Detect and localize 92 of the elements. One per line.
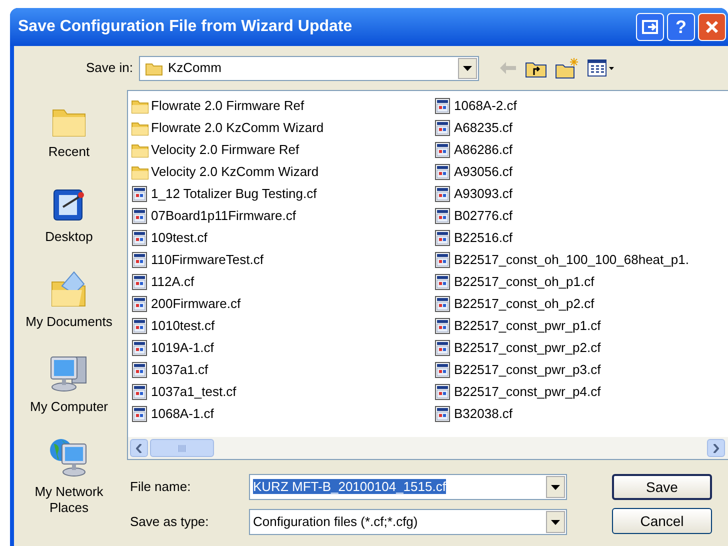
- config-file-icon: [434, 274, 452, 290]
- file-list-item[interactable]: 1019A-1.cf: [151, 338, 214, 358]
- file-list-item[interactable]: 1068A-1.cf: [151, 404, 214, 424]
- file-name-field[interactable]: KURZ MFT-B_20100104_1515.cf: [249, 474, 567, 500]
- folder-icon: [145, 60, 163, 76]
- places-item[interactable]: My Network Places: [14, 436, 124, 521]
- file-list-item[interactable]: 1068A-2.cf: [454, 96, 517, 116]
- config-file-icon: [131, 406, 149, 422]
- folder-name: KzComm: [168, 59, 222, 78]
- scroll-thumb[interactable]: [150, 439, 214, 457]
- file-list-item[interactable]: B22517_const_pwr_p3.cf: [454, 360, 601, 380]
- file-list-item[interactable]: 109test.cf: [151, 228, 208, 248]
- scroll-left-button[interactable]: [130, 439, 148, 457]
- dialog-button[interactable]: Save: [612, 474, 712, 500]
- file-list-item[interactable]: 07Board1p11Firmware.cf: [151, 206, 296, 226]
- file-list-item[interactable]: A68235.cf: [454, 118, 513, 138]
- config-file-icon: [434, 230, 452, 246]
- folder-icon: [131, 164, 149, 180]
- config-file-icon: [434, 406, 452, 422]
- file-list-item[interactable]: B22517_const_pwr_p2.cf: [454, 338, 601, 358]
- config-file-icon: [131, 362, 149, 378]
- config-file-icon: [131, 252, 149, 268]
- caret-icon: [463, 66, 472, 70]
- config-file-icon: [434, 318, 452, 334]
- config-file-icon: [434, 362, 452, 378]
- file-list-item[interactable]: B22517_const_pwr_p4.cf: [454, 382, 601, 402]
- config-file-icon: [434, 142, 452, 158]
- close-icon: [705, 20, 719, 34]
- config-file-icon: [131, 186, 149, 202]
- folder-icon: [131, 120, 149, 136]
- config-file-icon: [434, 340, 452, 356]
- config-file-icon: [434, 252, 452, 268]
- window-button[interactable]: [636, 13, 664, 41]
- save-as-type-label: Save as type:: [129, 513, 210, 532]
- file-name-label: File name:: [129, 478, 192, 496]
- file-list-item[interactable]: B02776.cf: [454, 206, 513, 226]
- file-list-item[interactable]: 200Firmware.cf: [151, 294, 241, 314]
- config-file-icon: [131, 384, 149, 400]
- places-item[interactable]: Desktop: [14, 181, 124, 266]
- file-list-item[interactable]: A86286.cf: [454, 140, 513, 160]
- file-list-item[interactable]: B32038.cf: [454, 404, 513, 424]
- file-list-item[interactable]: Flowrate 2.0 KzComm Wizard: [151, 118, 324, 138]
- dropdown-arrow-button[interactable]: [458, 58, 477, 78]
- config-file-icon: [131, 230, 149, 246]
- scroll-right-button[interactable]: [707, 439, 725, 457]
- dropdown-arrow-button[interactable]: [546, 511, 565, 533]
- file-list-item[interactable]: A93056.cf: [454, 162, 513, 182]
- places-item[interactable]: My Computer: [14, 351, 124, 436]
- config-file-icon: [434, 120, 452, 136]
- config-file-icon: [434, 296, 452, 312]
- config-file-icon: [434, 208, 452, 224]
- file-list-item[interactable]: A93093.cf: [454, 184, 513, 204]
- file-list-item[interactable]: Velocity 2.0 Firmware Ref: [151, 140, 300, 160]
- config-file-icon: [131, 296, 149, 312]
- config-file-icon: [434, 164, 452, 180]
- horizontal-scrollbar[interactable]: [128, 437, 728, 459]
- window-title: Save Configuration File from Wizard Update: [18, 17, 354, 37]
- save-as-type-dropdown[interactable]: Configuration files (*.cf;*.cfg): [249, 509, 567, 535]
- close-button[interactable]: [698, 13, 726, 41]
- file-list-item[interactable]: 1037a1_test.cf: [151, 382, 236, 402]
- config-file-icon: [434, 186, 452, 202]
- file-list-item[interactable]: 1_12 Totalizer Bug Testing.cf: [151, 184, 317, 204]
- file-list-item[interactable]: B22517_const_oh_p1.cf: [454, 272, 594, 292]
- caret-icon: [551, 484, 560, 490]
- help-button[interactable]: ?: [667, 13, 695, 41]
- caret-icon: [551, 520, 560, 524]
- file-list-item[interactable]: 112A.cf: [151, 272, 194, 292]
- config-file-icon: [131, 318, 149, 334]
- config-file-icon: [131, 274, 149, 290]
- config-file-icon: [131, 208, 149, 224]
- places-item[interactable]: My Documents: [14, 266, 124, 351]
- places-item[interactable]: Recent: [14, 96, 124, 181]
- file-list-item[interactable]: B22516.cf: [454, 228, 513, 248]
- file-list-item[interactable]: 1010test.cf: [151, 316, 215, 336]
- file-list-item[interactable]: B22517_const_pwr_p1.cf: [454, 316, 601, 336]
- file-list-item[interactable]: 110FirmwareTest.cf: [151, 250, 264, 270]
- config-file-icon: [131, 340, 149, 356]
- config-file-icon: [434, 98, 452, 114]
- folder-icon: [131, 98, 149, 114]
- new-folder-icon[interactable]: [555, 57, 579, 79]
- file-list-item[interactable]: Velocity 2.0 KzComm Wizard: [151, 162, 319, 182]
- dropdown-arrow-button[interactable]: [546, 476, 565, 498]
- save-in-dropdown[interactable]: KzComm: [139, 56, 479, 80]
- file-list-item[interactable]: B22517_const_oh_100_100_68heat_p1.: [454, 250, 689, 270]
- save-in-label: Save in:: [85, 59, 134, 78]
- file-list-item[interactable]: Flowrate 2.0 Firmware Ref: [151, 96, 304, 116]
- folder-icon: [131, 142, 149, 158]
- file-list-item[interactable]: B22517_const_oh_p2.cf: [454, 294, 594, 314]
- dialog-button[interactable]: Cancel: [612, 508, 712, 534]
- views-menu-icon[interactable]: [587, 59, 615, 77]
- config-file-icon: [434, 384, 452, 400]
- file-list-item[interactable]: 1037a1.cf: [151, 360, 208, 380]
